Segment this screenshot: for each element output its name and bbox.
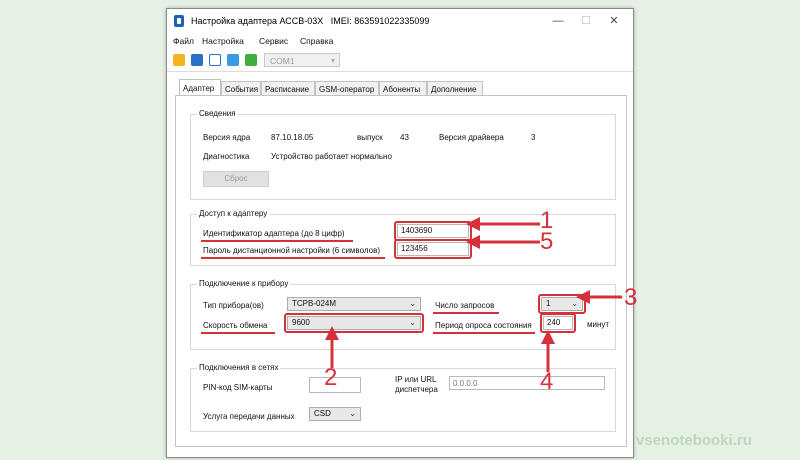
device-type-select[interactable]: ТСРВ-024М ⌄	[287, 297, 421, 311]
access-group-title: Доступ к адаптеру	[197, 209, 270, 218]
device-group-title: Подключение к прибору	[197, 279, 291, 288]
chevron-down-icon: ⌄	[409, 299, 416, 308]
annotation-underline	[433, 312, 499, 314]
info-group-title: Сведения	[197, 109, 238, 118]
annotation-box	[538, 294, 586, 314]
title-bar: Настройка адаптера АССВ-03Х IMEI: 863591…	[167, 9, 633, 33]
driver-version-value: 3	[531, 133, 536, 142]
arrow-right-icon[interactable]	[245, 54, 257, 66]
data-service-select[interactable]: CSD ⌄	[309, 407, 361, 421]
annotation-number: 5	[540, 228, 554, 255]
device-type-label: Тип прибора(ов)	[203, 301, 264, 310]
dispatcher-ip-field[interactable]	[449, 376, 605, 390]
core-version-value: 87.10.18.05	[271, 133, 314, 142]
com-port-select[interactable]: COM1 ▾	[264, 53, 340, 67]
remote-password-label: Пароль дистанционной настройки (6 символ…	[203, 246, 380, 255]
annotation-number: 3	[624, 284, 638, 311]
pin-code-label: PIN-код SIM-карты	[203, 383, 273, 392]
annotation-box	[284, 313, 424, 333]
request-count-label: Число запросов	[435, 301, 495, 310]
driver-version-label: Версия драйвера	[439, 133, 504, 142]
tab-subscribers[interactable]: Абоненты	[379, 81, 427, 96]
release-value: 43	[400, 133, 409, 142]
open-folder-icon[interactable]	[173, 54, 185, 66]
watermark: vsenotebooki.ru	[636, 432, 752, 449]
chevron-down-icon: ▾	[330, 56, 335, 65]
exchange-speed-label: Скорость обмена	[203, 321, 268, 330]
core-version-label: Версия ядра	[203, 133, 251, 142]
maximize-button[interactable]: ☐	[571, 12, 601, 30]
com-port-value: COM1	[270, 56, 295, 66]
tab-events[interactable]: События	[221, 81, 261, 96]
device-group: Подключение к прибору Тип прибора(ов) ТС…	[190, 279, 616, 350]
annotation-box	[394, 221, 472, 241]
app-window: Настройка адаптера АССВ-03Х IMEI: 863591…	[166, 8, 634, 458]
annotation-number: 4	[540, 368, 554, 395]
upload-icon[interactable]	[209, 54, 221, 66]
annotation-box	[540, 313, 576, 333]
tab-gsm-operator[interactable]: GSM-оператор	[315, 81, 379, 96]
app-logo-icon	[174, 15, 184, 27]
info-group: Сведения Версия ядра 87.10.18.05 выпуск …	[190, 109, 616, 200]
menu-file[interactable]: Файл	[173, 36, 194, 46]
chevron-down-icon: ⌄	[349, 409, 356, 418]
tab-panel-adapter: Сведения Версия ядра 87.10.18.05 выпуск …	[175, 95, 627, 447]
menu-bar: Файл Настройка Сервис Справка	[167, 33, 633, 49]
annotation-underline	[201, 332, 275, 334]
network-group-title: Подключения в сетях	[197, 363, 281, 372]
menu-settings[interactable]: Настройка	[202, 36, 244, 46]
poll-period-unit: минут	[587, 320, 610, 329]
reset-button[interactable]: Сброс	[203, 171, 269, 187]
dispatcher-ip-label: IP или URL диспетчера	[395, 375, 438, 394]
annotation-underline	[201, 240, 353, 242]
window-title: Настройка адаптера АССВ-03Х IMEI: 863591…	[191, 16, 430, 26]
annotation-underline	[433, 332, 535, 334]
close-button[interactable]: ✕	[599, 12, 629, 30]
diagnostics-label: Диагностика	[203, 152, 250, 161]
save-icon[interactable]	[191, 54, 203, 66]
tab-adapter[interactable]: Адаптер	[179, 79, 221, 96]
poll-period-label: Период опроса состояния	[435, 321, 532, 330]
adapter-id-label: Идентификатор адаптера (до 8 цифр)	[203, 229, 345, 238]
diagnostics-value: Устройство работает нормально	[271, 152, 392, 161]
release-label: выпуск	[357, 133, 383, 142]
device-type-value: ТСРВ-024М	[292, 299, 337, 308]
tab-schedule[interactable]: Расписание	[261, 81, 315, 96]
annotation-number: 2	[324, 364, 338, 391]
data-service-label: Услуга передачи данных	[203, 412, 295, 421]
annotation-underline	[201, 257, 385, 259]
data-service-value: CSD	[314, 409, 331, 418]
minimize-button[interactable]: —	[543, 12, 573, 30]
menu-help[interactable]: Справка	[300, 36, 333, 46]
toolbar: COM1 ▾	[167, 51, 633, 72]
tab-additional[interactable]: Дополнение	[427, 81, 483, 96]
menu-service[interactable]: Сервис	[259, 36, 288, 46]
arrow-left-icon[interactable]	[227, 54, 239, 66]
annotation-box	[394, 239, 472, 259]
